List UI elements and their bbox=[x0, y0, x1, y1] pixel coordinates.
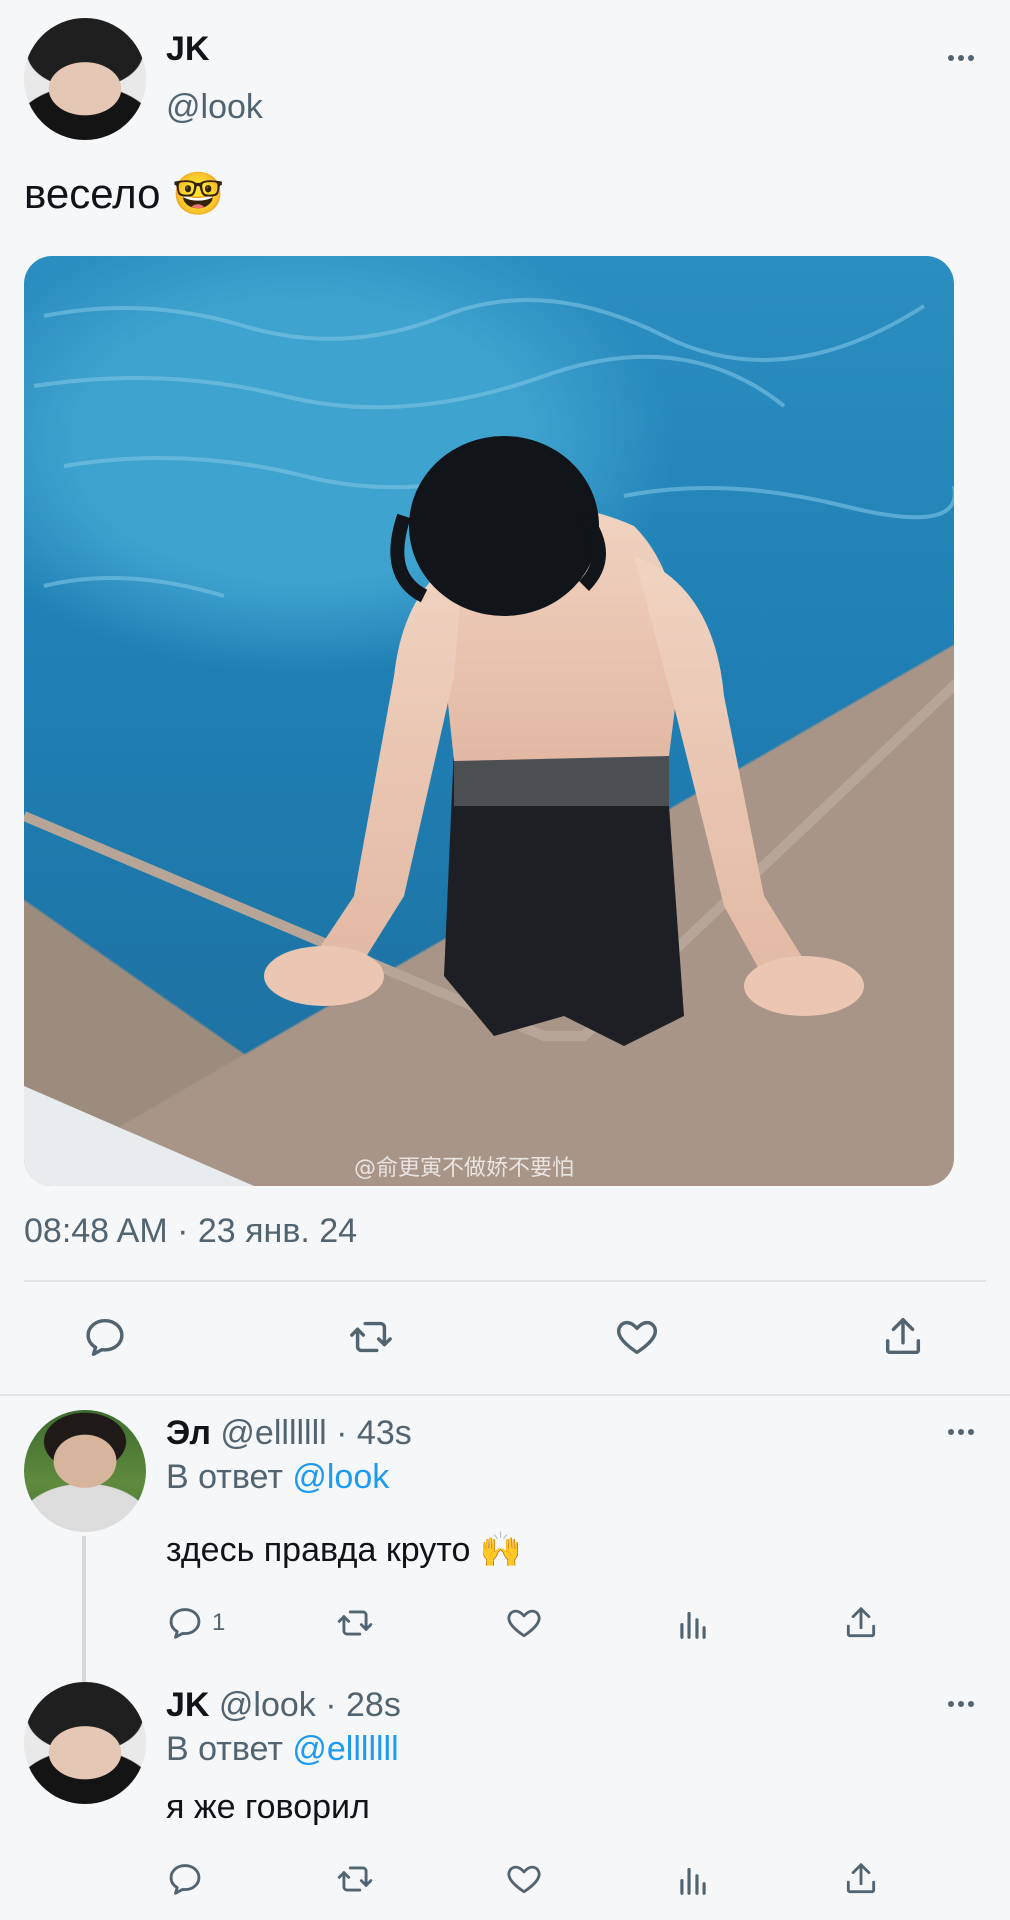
retweet-icon bbox=[337, 1866, 373, 1892]
like-button[interactable] bbox=[505, 1604, 543, 1642]
reply-button[interactable]: 1 bbox=[166, 1604, 225, 1642]
tweet-text: весело 🤓 bbox=[24, 170, 225, 217]
retweet-button[interactable] bbox=[334, 1860, 376, 1898]
author-handle[interactable]: @look bbox=[166, 88, 263, 127]
tweet-photo[interactable]: @俞更寅不做娇不要怕 bbox=[24, 256, 954, 1186]
more-icon[interactable] bbox=[941, 1694, 981, 1714]
views-icon bbox=[680, 1867, 706, 1895]
reply-meta[interactable]: @elllllll · 43s bbox=[220, 1414, 411, 1452]
tweet-timestamp[interactable]: 08:48 AM · 23 янв. 24 bbox=[24, 1212, 357, 1251]
avatar[interactable] bbox=[24, 1682, 146, 1804]
share-icon bbox=[885, 1318, 921, 1355]
author-name[interactable]: JK bbox=[166, 1686, 209, 1724]
reply-to-line: В ответ @elllllll bbox=[166, 1730, 399, 1769]
reply-icon bbox=[169, 1864, 201, 1895]
reply-header: Эл @elllllll · 43s bbox=[166, 1414, 412, 1453]
reply-button[interactable] bbox=[82, 1314, 128, 1360]
heart-icon bbox=[507, 1865, 541, 1894]
reply-icon bbox=[86, 1318, 124, 1356]
views-icon bbox=[680, 1611, 706, 1639]
reply-text: здесь правда круто 🙌 bbox=[166, 1531, 523, 1569]
share-button[interactable] bbox=[842, 1604, 880, 1642]
reply-text: я же говорил bbox=[166, 1788, 370, 1826]
thread-line bbox=[82, 1536, 86, 1682]
retweet-icon bbox=[337, 1610, 373, 1636]
more-icon[interactable] bbox=[941, 1422, 981, 1442]
reply-prefix: В ответ bbox=[166, 1458, 283, 1496]
retweet-icon bbox=[350, 1321, 392, 1353]
divider bbox=[24, 1280, 986, 1282]
retweet-button[interactable] bbox=[346, 1314, 396, 1360]
reply-meta[interactable]: @look · 28s bbox=[219, 1686, 401, 1724]
author-name[interactable]: JK bbox=[166, 30, 209, 69]
photo-watermark: @俞更寅不做娇不要怕 bbox=[354, 1156, 575, 1181]
avatar[interactable] bbox=[24, 1410, 146, 1532]
retweet-button[interactable] bbox=[334, 1604, 376, 1642]
reply-count: 1 bbox=[212, 1609, 226, 1636]
heart-icon bbox=[507, 1609, 541, 1638]
mention-link[interactable]: @look bbox=[292, 1458, 389, 1496]
share-icon bbox=[846, 1863, 876, 1894]
author-name[interactable]: Эл bbox=[166, 1414, 211, 1452]
section-divider bbox=[0, 1394, 1010, 1396]
share-icon bbox=[846, 1607, 876, 1638]
views-button[interactable] bbox=[674, 1604, 712, 1642]
share-button[interactable] bbox=[880, 1314, 926, 1360]
reply-to-line: В ответ @look bbox=[166, 1458, 389, 1497]
views-button[interactable] bbox=[674, 1860, 712, 1898]
reply-header: JK @look · 28s bbox=[166, 1686, 401, 1725]
reply-prefix: В ответ bbox=[166, 1730, 283, 1768]
mention-link[interactable]: @elllllll bbox=[292, 1730, 398, 1768]
share-button[interactable] bbox=[842, 1860, 880, 1898]
more-icon[interactable] bbox=[941, 48, 981, 68]
like-button[interactable] bbox=[614, 1314, 660, 1360]
reply-icon bbox=[169, 1608, 201, 1639]
like-button[interactable] bbox=[505, 1860, 543, 1898]
heart-icon bbox=[617, 1320, 657, 1355]
reply-button[interactable] bbox=[166, 1860, 204, 1898]
avatar[interactable] bbox=[24, 18, 146, 140]
